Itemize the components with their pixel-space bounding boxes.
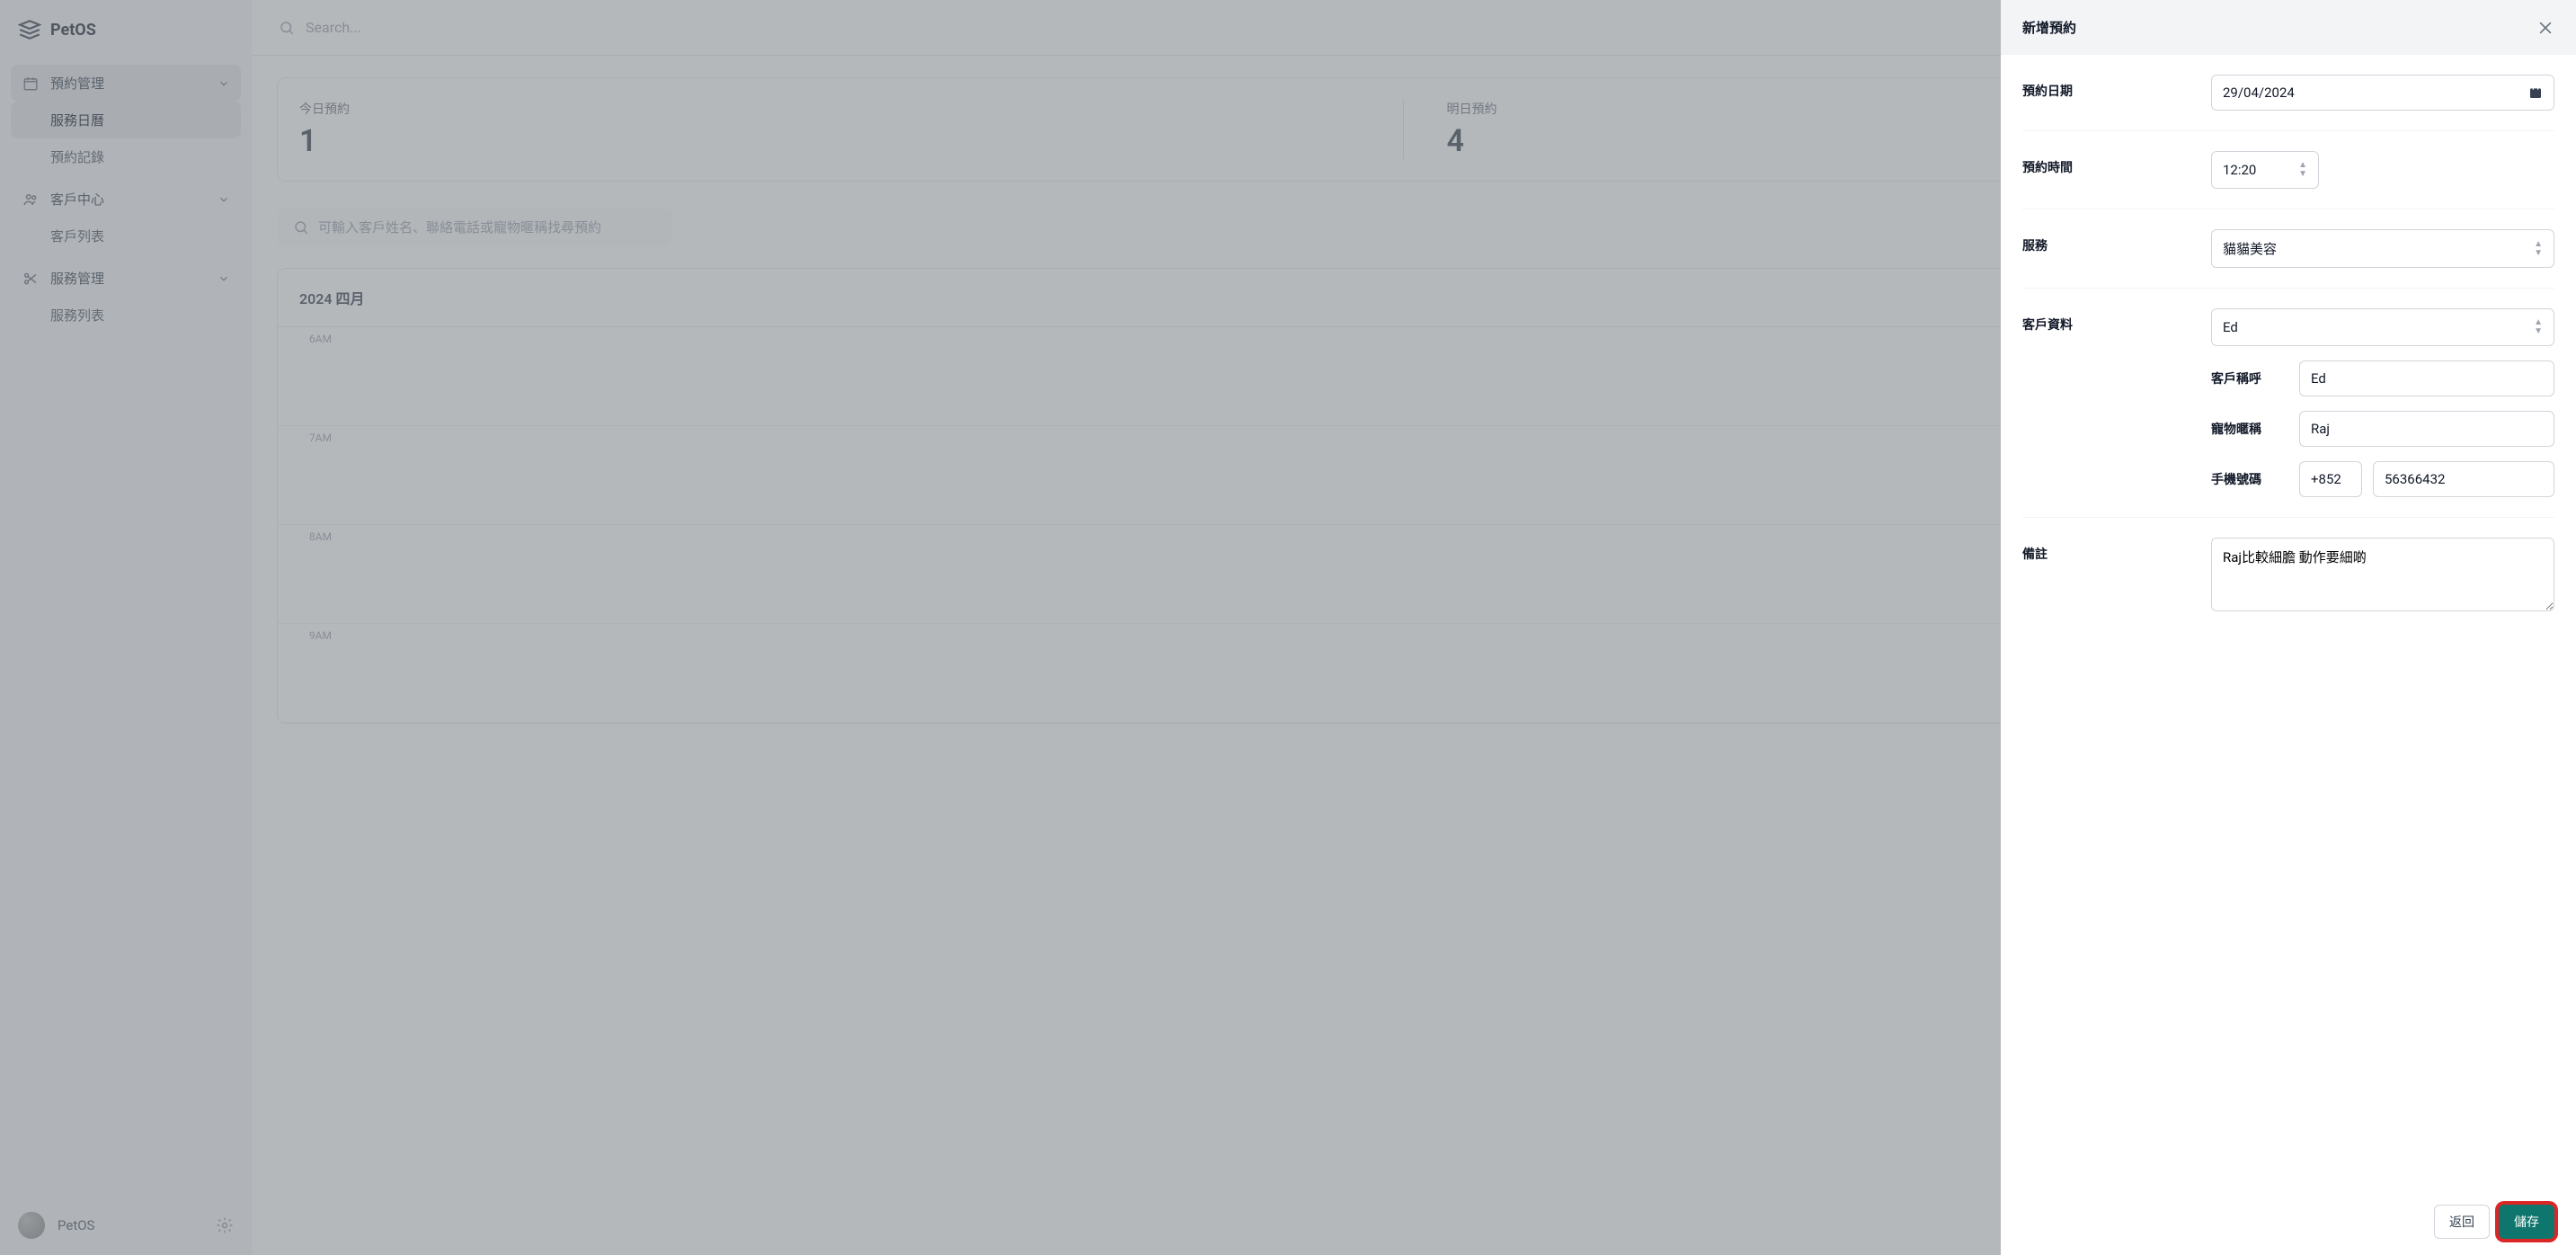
field-date: 預約日期 29/04/2024 [2022, 55, 2554, 131]
field-service: 服務 貓貓美容 ▲▼ [2022, 209, 2554, 289]
panel-title: 新增預約 [2022, 18, 2076, 37]
sub-label: 寵物暱稱 [2211, 420, 2288, 438]
time-value: 12:20 [2223, 162, 2256, 178]
field-remark: 備註 [2022, 518, 2554, 631]
customer-value: Ed [2223, 319, 2238, 335]
customer-name-input[interactable] [2299, 360, 2554, 396]
field-customer: 客戶資料 Ed ▲▼ 客戶稱呼 寵物暱稱 手機號碼 [2022, 289, 2554, 518]
save-button[interactable]: 儲存 [2499, 1205, 2554, 1239]
panel-header: 新增預約 [2001, 0, 2576, 55]
date-input[interactable]: 29/04/2024 [2211, 75, 2554, 111]
modal-overlay[interactable]: 新增預約 預約日期 29/04/2024 [0, 0, 2576, 1255]
field-label: 服務 [2022, 229, 2211, 254]
panel-footer: 返回 儲存 [2001, 1188, 2576, 1255]
subfield-pet-name: 寵物暱稱 [2211, 411, 2554, 447]
field-label: 預約日期 [2022, 75, 2211, 100]
sub-label: 手機號碼 [2211, 470, 2288, 488]
field-label: 備註 [2022, 538, 2211, 563]
select-arrows-icon: ▲▼ [2534, 318, 2543, 336]
panel-body: 預約日期 29/04/2024 預約時間 12:20 ▲▼ [2001, 55, 2576, 1188]
remark-textarea[interactable] [2211, 538, 2554, 611]
subfield-phone: 手機號碼 [2211, 461, 2554, 497]
close-icon[interactable] [2536, 19, 2554, 37]
subfield-customer-name: 客戶稱呼 [2211, 360, 2554, 396]
field-label: 預約時間 [2022, 151, 2211, 176]
calendar-icon [2528, 85, 2543, 100]
field-label: 客戶資料 [2022, 308, 2211, 334]
service-select[interactable]: 貓貓美容 ▲▼ [2211, 229, 2554, 268]
sub-label: 客戶稱呼 [2211, 369, 2288, 387]
customer-select[interactable]: Ed ▲▼ [2211, 308, 2554, 346]
select-arrows-icon: ▲▼ [2534, 240, 2543, 258]
back-button[interactable]: 返回 [2434, 1205, 2490, 1239]
service-value: 貓貓美容 [2223, 239, 2277, 258]
new-booking-panel: 新增預約 預約日期 29/04/2024 [2001, 0, 2576, 1255]
field-time: 預約時間 12:20 ▲▼ [2022, 131, 2554, 209]
phone-number-input[interactable] [2373, 461, 2554, 497]
date-value: 29/04/2024 [2223, 85, 2295, 101]
pet-name-input[interactable] [2299, 411, 2554, 447]
phone-cc-input[interactable] [2299, 461, 2362, 497]
stepper-arrows-icon: ▲▼ [2298, 161, 2307, 179]
time-input[interactable]: 12:20 ▲▼ [2211, 151, 2319, 189]
